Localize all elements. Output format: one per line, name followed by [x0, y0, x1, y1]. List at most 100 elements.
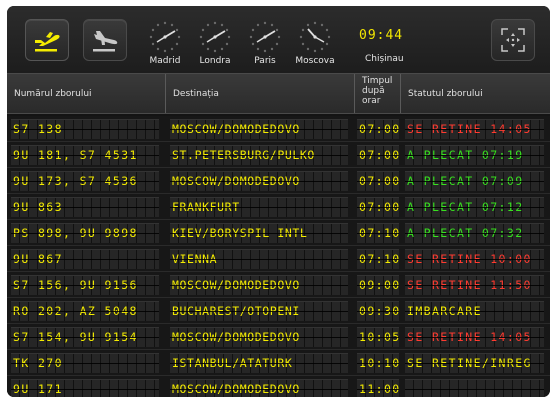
flight-row: S7 156, 9U 9156 MOSCOW/DOMODEDOVO 09:00 SE …	[7, 272, 550, 298]
departures-button[interactable]	[25, 19, 69, 61]
flight-status-cell: A PLECAT 07:09	[405, 171, 544, 191]
flight-board: Madrid Londra Paris Moscova 09:44 Chișin…	[7, 6, 550, 397]
flight-number-cell: 9U 173, S7 4536	[11, 171, 159, 191]
flight-status: SE RETINE 14:05	[407, 122, 532, 136]
flight-destination-cell: BUCHAREST/OTOPENI	[170, 301, 348, 321]
flight-row: 9U 867 VIENNA 07:10 SE RETINE 10:00	[7, 246, 550, 272]
flight-destination: MOSCOW/DOMODEDOVO	[172, 382, 300, 396]
flight-rows: S7 138 MOSCOW/DOMODEDOVO 07:00 SE RETINE 14…	[7, 116, 550, 397]
flight-status-cell	[405, 379, 544, 397]
clock-city-label: Madrid	[149, 56, 181, 66]
flight-number: 9U 171	[13, 382, 63, 396]
flight-destination: ISTANBUL/ATATURK	[172, 356, 293, 370]
flight-status: A PLECAT 07:32	[407, 226, 524, 240]
flight-destination-cell: MOSCOW/DOMODEDOVO	[170, 275, 348, 295]
flight-destination-cell: VIENNA	[170, 249, 348, 269]
flight-time-cell: 07:00	[357, 119, 399, 139]
flight-number-cell: S7 156, 9U 9156	[11, 275, 159, 295]
top-bar: Madrid Londra Paris Moscova 09:44 Chișin…	[7, 6, 550, 73]
flight-status-cell: A PLECAT 07:19	[405, 145, 544, 165]
column-header-flight: Numărul zborului	[7, 74, 166, 113]
flight-number: TK 270	[13, 356, 63, 370]
clock-londra: Londra	[190, 20, 240, 66]
flight-status: SE RETINE 11:50	[407, 278, 532, 292]
flight-time-cell: 07:00	[357, 197, 399, 217]
flight-row: 9U 863 FRANKFURT 07:00 A PLECAT 07:12	[7, 194, 550, 220]
flight-row: PS 898, 9U 9898 KIEV/BORYSPIL INTL 07:10 A …	[7, 220, 550, 246]
column-header-destination: Destinația	[166, 74, 355, 113]
flight-destination: MOSCOW/DOMODEDOVO	[172, 174, 300, 188]
local-time: 09:44	[359, 28, 404, 43]
clock-paris: Paris	[240, 20, 290, 66]
flight-number-cell: S7 154, 9U 9154	[11, 327, 159, 347]
fullscreen-button[interactable]	[491, 19, 535, 61]
flight-status-cell: SE RETINE 14:05	[405, 119, 544, 139]
flight-destination: BUCHAREST/OTOPENI	[172, 304, 300, 318]
flight-number: S7 138	[13, 122, 63, 136]
flight-time: 07:00	[359, 200, 399, 214]
flight-destination: MOSCOW/DOMODEDOVO	[172, 330, 300, 344]
flight-time: 09:00	[359, 278, 399, 292]
fullscreen-icon	[501, 28, 525, 52]
flight-destination-cell: MOSCOW/DOMODEDOVO	[170, 379, 348, 397]
plane-departure-icon	[35, 32, 60, 52]
flight-number-cell: S7 138	[11, 119, 159, 139]
column-header-bar: Numărul zborului Destinația Timpul după …	[7, 73, 550, 114]
flight-number: 9U 173, S7 4536	[13, 174, 138, 188]
flight-destination: FRANKFURT	[172, 200, 240, 214]
flight-number-cell: 9U 863	[11, 197, 159, 217]
analog-clock-icon	[249, 21, 281, 53]
flight-destination-cell: FRANKFURT	[170, 197, 348, 217]
flight-destination-cell: MOSCOW/DOMODEDOVO	[170, 327, 348, 347]
flight-destination: MOSCOW/DOMODEDOVO	[172, 122, 300, 136]
flight-time-cell: 07:00	[357, 171, 399, 191]
flight-status: A PLECAT 07:09	[407, 174, 524, 188]
flight-time: 07:10	[359, 252, 399, 266]
clock-city-label: Londra	[199, 56, 231, 66]
flight-time: 09:30	[359, 304, 399, 318]
flight-number-cell: 9U 867	[11, 249, 159, 269]
flight-number: 9U 181, S7 4531	[13, 148, 138, 162]
flight-status: A PLECAT 07:19	[407, 148, 524, 162]
flight-row: S7 138 MOSCOW/DOMODEDOVO 07:00 SE RETINE 14…	[7, 116, 550, 142]
flight-status-cell: A PLECAT 07:12	[405, 197, 544, 217]
clock-moscova: Moscova	[290, 20, 340, 66]
flight-number-cell: 9U 171	[11, 379, 159, 397]
flight-destination-cell: ISTANBUL/ATATURK	[170, 353, 348, 373]
plane-arrival-icon	[93, 31, 118, 52]
flight-time: 10:10	[359, 356, 399, 370]
flight-time: 11:00	[359, 382, 399, 396]
flight-time-cell: 10:05	[357, 327, 399, 347]
flight-destination-cell: MOSCOW/DOMODEDOVO	[170, 119, 348, 139]
arrivals-button[interactable]	[83, 19, 127, 61]
flight-status-cell: SE RETINE/INREG	[405, 353, 544, 373]
flight-status: SE RETINE 14:05	[407, 330, 532, 344]
flight-destination-cell: MOSCOW/DOMODEDOVO	[170, 171, 348, 191]
flight-number: S7 154, 9U 9154	[13, 330, 138, 344]
flight-time-cell: 11:00	[357, 379, 399, 397]
column-header-status: Statutul zborului	[408, 88, 483, 99]
clock-city-label: Moscova	[295, 56, 335, 66]
flight-destination: VIENNA	[172, 252, 218, 266]
flight-status-cell: IMBARCARE	[405, 301, 544, 321]
flight-row: RO 202, AZ 5048 BUCHAREST/OTOPENI 09:30 IMB…	[7, 298, 550, 324]
flight-destination-cell: ST.PETERSBURG/PULKO	[170, 145, 348, 165]
flight-number: 9U 863	[13, 200, 63, 214]
flight-time-cell: 07:10	[357, 249, 399, 269]
analog-clock-icon	[199, 21, 231, 53]
flight-status-cell: SE RETINE 14:05	[405, 327, 544, 347]
flight-time-cell: 09:00	[357, 275, 399, 295]
flight-status: A PLECAT 07:12	[407, 200, 524, 214]
flight-time: 07:00	[359, 174, 399, 188]
flight-number-cell: TK 270	[11, 353, 159, 373]
flight-number: PS 898, 9U 9898	[13, 226, 138, 240]
clock-city-label: Paris	[254, 56, 276, 66]
analog-clock-icon	[149, 21, 181, 53]
flight-row: TK 270 ISTANBUL/ATATURK 10:10 SE RETINE/INR…	[7, 350, 550, 376]
flight-time-cell: 07:00	[357, 145, 399, 165]
flight-number-cell: 9U 181, S7 4531	[11, 145, 159, 165]
flight-row: 9U 171 MOSCOW/DOMODEDOVO 11:00	[7, 376, 550, 397]
flight-time-cell: 10:10	[357, 353, 399, 373]
flight-row: 9U 173, S7 4536 MOSCOW/DOMODEDOVO 07:00 A P…	[7, 168, 550, 194]
flight-status-cell: A PLECAT 07:32	[405, 223, 544, 243]
